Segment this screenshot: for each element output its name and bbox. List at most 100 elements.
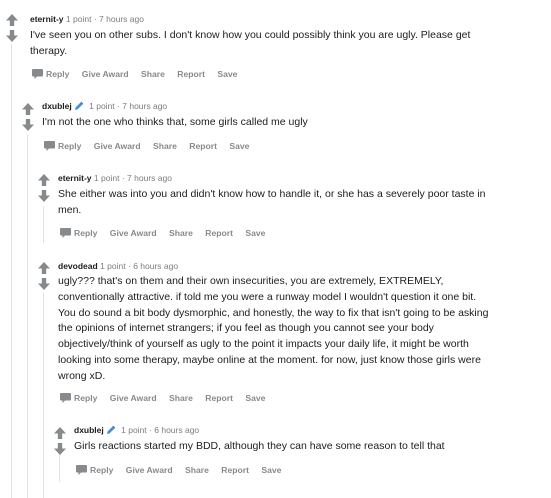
author-name[interactable]: eternit-y: [30, 14, 64, 24]
comment-actions: Reply Give Award Share Report Save: [60, 392, 275, 404]
reply-label: Reply: [74, 228, 98, 238]
reply-icon: [44, 141, 55, 151]
comment-line: Girls reactions started my BDD, although…: [74, 440, 445, 452]
reply-label: Reply: [74, 393, 98, 403]
report-button[interactable]: Report: [177, 68, 205, 80]
comment-line: I'm not the one who thinks that, some gi…: [42, 116, 308, 128]
timestamp[interactable]: 7 hours ago: [122, 101, 167, 111]
downvote-arrow-icon[interactable]: [38, 278, 50, 290]
report-button[interactable]: Report: [221, 464, 249, 476]
upvote-arrow-icon[interactable]: [54, 427, 66, 439]
comment-actions: Reply Give Award Share Report Save: [60, 227, 275, 239]
meta-separator: ·: [127, 261, 131, 271]
comment-body: She either was into you and didn't know …: [58, 187, 543, 219]
comment-meta: devodead 1 point · 6 hours ago: [58, 260, 178, 272]
comment-body: I've seen you on other subs. I don't kno…: [30, 28, 545, 60]
comment: eternit-y 1 point · 7 hours ago I've see…: [0, 0, 551, 90]
save-button[interactable]: Save: [261, 464, 281, 476]
comment-line: You do sound a bit body dysmorphic, and …: [58, 306, 489, 319]
timestamp[interactable]: 6 hours ago: [133, 261, 178, 271]
downvote-arrow-icon[interactable]: [54, 443, 66, 455]
report-button[interactable]: Report: [205, 227, 233, 239]
reply-button[interactable]: Reply: [44, 140, 81, 152]
points-count: 1 point: [100, 261, 126, 271]
reply-label: Reply: [90, 465, 114, 475]
report-button[interactable]: Report: [205, 392, 233, 404]
upvote-arrow-icon[interactable]: [22, 103, 34, 115]
comment-line: She either was into you and didn't know …: [58, 188, 486, 200]
upvote-arrow-icon[interactable]: [38, 262, 50, 274]
comment-line: ugly??? that's on them and their own ins…: [58, 275, 444, 287]
upvote-arrow-icon[interactable]: [38, 174, 50, 186]
author-name[interactable]: dxublej: [42, 101, 72, 111]
meta-separator: ·: [121, 173, 125, 183]
give-award-button[interactable]: Give Award: [126, 464, 173, 476]
save-button[interactable]: Save: [245, 392, 265, 404]
comment-line: looking into some therapy, maybe online …: [58, 353, 481, 366]
comment: dxublej 1 point · 7 hours ago I'm not th…: [0, 90, 551, 162]
author-name[interactable]: eternit-y: [58, 173, 92, 183]
reply-icon: [76, 465, 87, 475]
points-count: 1 point: [93, 173, 120, 183]
comment-meta: dxublej 1 point · 6 hours ago: [74, 424, 199, 436]
comment: dxublej 1 point · 6 hours ago Girls reac…: [0, 414, 551, 498]
save-button[interactable]: Save: [217, 68, 237, 80]
reply-label: Reply: [58, 141, 82, 151]
pencil-icon: [74, 101, 84, 111]
reply-label: Reply: [46, 69, 70, 79]
downvote-arrow-icon[interactable]: [6, 30, 18, 42]
comment-body: I'm not the one who thinks that, some gi…: [42, 115, 542, 131]
comment-line: wrong xD.: [58, 369, 106, 382]
give-award-button[interactable]: Give Award: [110, 392, 157, 404]
comment-line: objectively/think of yourself as ugly to…: [58, 338, 469, 351]
comment-line: I've seen you on other subs. I don't kno…: [30, 29, 471, 41]
comment-body: ugly??? that's on them and their own ins…: [58, 274, 547, 385]
reply-icon: [60, 228, 71, 238]
comment-body: Girls reactions started my BDD, although…: [74, 439, 544, 455]
downvote-arrow-icon[interactable]: [22, 119, 34, 131]
comment-line: conventionally attractive. if told me yo…: [58, 290, 477, 303]
reply-button[interactable]: Reply: [60, 392, 97, 404]
pencil-icon: [106, 425, 116, 435]
comment-actions: Reply Give Award Share Report Save: [44, 140, 259, 152]
timestamp[interactable]: 6 hours ago: [154, 425, 199, 435]
comment-meta: eternit-y 1 point · 7 hours ago: [30, 13, 144, 25]
reply-button[interactable]: Reply: [76, 464, 113, 476]
downvote-arrow-icon[interactable]: [38, 190, 50, 202]
share-button[interactable]: Share: [169, 227, 193, 239]
points-count: 1 point: [89, 101, 115, 111]
comment-line: therapy.: [30, 44, 68, 57]
timestamp[interactable]: 7 hours ago: [99, 14, 144, 24]
comment-actions: Reply Give Award Share Report Save: [76, 464, 291, 476]
save-button[interactable]: Save: [245, 227, 265, 239]
comment-meta: dxublej 1 point · 7 hours ago: [42, 100, 167, 112]
comment-line: men.: [58, 203, 82, 216]
author-name[interactable]: devodead: [58, 261, 98, 271]
give-award-button[interactable]: Give Award: [94, 140, 141, 152]
report-button[interactable]: Report: [189, 140, 217, 152]
points-count: 1 point: [65, 14, 92, 24]
reply-button[interactable]: Reply: [32, 68, 69, 80]
save-button[interactable]: Save: [229, 140, 249, 152]
share-button[interactable]: Share: [169, 392, 193, 404]
comment-meta: eternit-y 1 point · 7 hours ago: [58, 172, 172, 184]
give-award-button[interactable]: Give Award: [110, 227, 157, 239]
upvote-arrow-icon[interactable]: [6, 14, 18, 26]
meta-separator: ·: [93, 14, 97, 24]
share-button[interactable]: Share: [141, 68, 165, 80]
share-button[interactable]: Share: [153, 140, 177, 152]
reply-icon: [32, 69, 43, 79]
timestamp[interactable]: 7 hours ago: [127, 173, 172, 183]
reply-button[interactable]: Reply: [60, 227, 97, 239]
comment-line: the opinions of internet strangers; if y…: [58, 322, 434, 335]
give-award-button[interactable]: Give Award: [82, 68, 129, 80]
comment: devodead 1 point · 6 hours ago ugly??? t…: [0, 249, 551, 414]
share-button[interactable]: Share: [185, 464, 209, 476]
author-name[interactable]: dxublej: [74, 425, 104, 435]
reply-icon: [60, 393, 71, 403]
comment: eternit-y 1 point · 7 hours ago She eith…: [0, 162, 551, 248]
points-count: 1 point: [121, 425, 147, 435]
meta-separator: ·: [117, 101, 120, 111]
meta-separator: ·: [149, 425, 152, 435]
comment-actions: Reply Give Award Share Report Save: [32, 68, 247, 80]
